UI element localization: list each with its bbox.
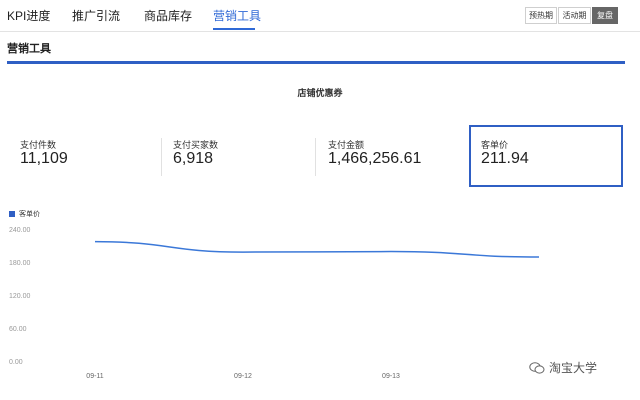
x-tick-label: 09-13 bbox=[382, 373, 400, 380]
wechat-icon bbox=[529, 362, 545, 374]
watermark: 淘宝大学 bbox=[529, 359, 597, 376]
y-tick-label: 120.00 bbox=[9, 293, 31, 300]
x-tick-label: 09-12 bbox=[234, 373, 252, 380]
data-point[interactable] bbox=[91, 238, 99, 246]
data-point[interactable] bbox=[535, 253, 543, 261]
line-chart: 0.00 60.00 120.00 180.00 240.00 09-11 09-12 09-… bbox=[9, 227, 543, 380]
y-tick-label: 180.00 bbox=[9, 260, 31, 267]
y-tick-label: 60.00 bbox=[9, 326, 27, 333]
watermark-text: 淘宝大学 bbox=[549, 361, 598, 375]
y-tick-label: 0.00 bbox=[9, 359, 23, 366]
x-tick-label: 09-11 bbox=[86, 373, 103, 380]
data-point[interactable] bbox=[387, 248, 395, 256]
y-tick-label: 240.00 bbox=[9, 227, 31, 234]
series-line-客单价[interactable] bbox=[94, 240, 540, 258]
data-point[interactable] bbox=[239, 248, 247, 256]
